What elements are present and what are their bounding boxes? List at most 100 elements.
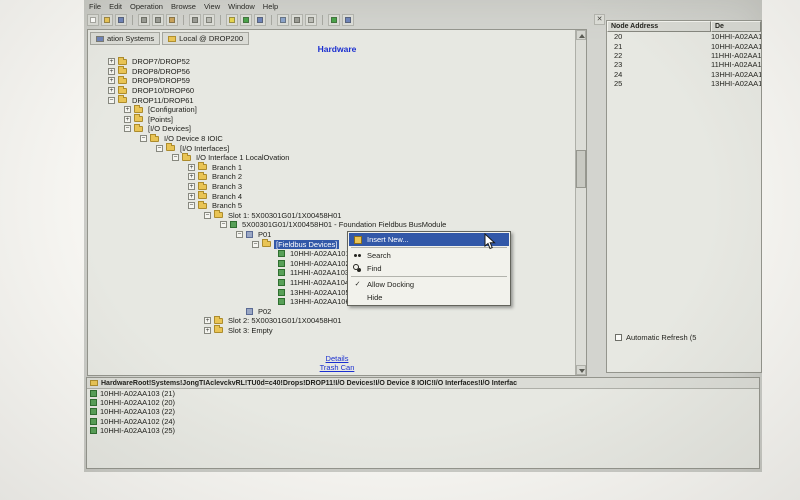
collapse-icon[interactable]: − [236,231,243,238]
expand-icon[interactable]: + [108,58,115,65]
expand-icon[interactable]: + [108,77,115,84]
expand-icon[interactable]: + [124,116,131,123]
tree-node-label[interactable]: [Configuration] [146,105,199,114]
scroll-down-icon[interactable] [576,365,586,375]
commit-icon[interactable] [240,14,252,26]
scrollbar-thumb[interactable] [576,150,586,188]
tree-vertical-scrollbar[interactable] [575,30,586,375]
tree-node-label[interactable]: [Fieldbus Devices] [274,240,339,249]
result-row[interactable]: 10HHI-A02AA103 (25) [87,426,759,435]
collapse-icon[interactable]: − [140,135,147,142]
collapse-icon[interactable]: − [156,145,163,152]
tree-node-label[interactable]: P02 [256,307,273,316]
menu-edit[interactable]: Edit [109,2,122,11]
auto-refresh-checkbox[interactable] [615,334,622,341]
expand-icon[interactable]: + [204,317,211,324]
node-address-row[interactable]: 2110HHI-A02AA102 [607,41,761,50]
result-row[interactable]: 10HHI-A02AA103 (21) [87,389,759,398]
tree-node-label[interactable]: [I/O Devices] [146,124,193,133]
node-address-panel: Node Address De 2010HHI-A02AA1012110HHI-… [606,20,762,373]
context-menu-item-allow-docking[interactable]: ✓Allow Docking [349,278,509,291]
expand-icon[interactable]: + [204,327,211,334]
toolbar-separator [183,15,184,25]
expand-icon[interactable]: + [188,173,195,180]
tree-node-label[interactable]: Branch 4 [210,192,244,201]
result-row[interactable]: 10HHI-A02AA102 (24) [87,417,759,426]
context-menu-item-hide[interactable]: Hide [349,291,509,304]
tree-node-label[interactable]: I/O Device 8 IOIC [162,134,225,143]
search-icon[interactable] [305,14,317,26]
node-address-row[interactable]: 2211HHI-A02AA103 [607,51,761,60]
collapse-icon[interactable]: − [124,125,131,132]
mouse-cursor-icon [484,233,496,250]
trash-can-link[interactable]: Trash Can [88,363,586,372]
node-address-row[interactable]: 2513HHI-A02AA106 [607,79,761,88]
tree-node-label[interactable]: Branch 2 [210,172,244,181]
print-icon[interactable] [189,14,201,26]
tree-node-label[interactable]: DROP9/DROP59 [130,76,192,85]
menu-window[interactable]: Window [228,2,255,11]
open-folder-icon[interactable] [101,14,113,26]
expand-icon[interactable]: + [108,68,115,75]
column-header-device[interactable]: De [711,21,761,32]
tree-node-label[interactable]: DROP7/DROP52 [130,57,192,66]
refresh-icon[interactable] [328,14,340,26]
node-address-row[interactable]: 2413HHI-A02AA105 [607,70,761,79]
tab-local-drop[interactable]: Local @ DROP200 [162,32,249,45]
result-row[interactable]: 10HHI-A02AA102 (20) [87,398,759,407]
menu-help[interactable]: Help [263,2,278,11]
close-icon[interactable]: ✕ [594,14,605,25]
tree-node-label[interactable]: Slot 3: Empty [226,326,275,335]
find-icon [352,264,363,273]
node-address-row[interactable]: 2311HHI-A02AA104 [607,60,761,69]
tree-node-label[interactable]: P01 [256,230,273,239]
collapse-icon[interactable]: − [252,241,259,248]
node-address-row[interactable]: 2010HHI-A02AA101 [607,32,761,41]
tree-node-label[interactable]: Slot 2: 5X00301G01/1X00458H01 [226,316,343,325]
save-icon[interactable] [115,14,127,26]
menu-file[interactable]: File [89,2,101,11]
new-document-icon[interactable] [87,14,99,26]
collapse-icon[interactable]: − [204,212,211,219]
expand-icon[interactable]: + [108,87,115,94]
paste-icon[interactable] [166,14,178,26]
collapse-icon[interactable]: − [172,154,179,161]
collapse-icon[interactable]: − [220,221,227,228]
menu-browse[interactable]: Browse [171,2,196,11]
collapse-icon[interactable]: − [108,97,115,104]
help-icon[interactable] [342,14,354,26]
menu-operation[interactable]: Operation [130,2,163,11]
tree-node-label[interactable]: Branch 5 [210,201,244,210]
context-menu-item-find[interactable]: Find [349,262,509,275]
details-link[interactable]: Details [88,354,586,363]
cut-icon[interactable] [138,14,150,26]
tree-view-icon[interactable] [277,14,289,26]
tree-node-label[interactable]: I/O Interface 1 LocalOvation [194,153,291,162]
tree-node-label[interactable]: Slot 1: 5X00301G01/1X00458H01 [226,211,343,220]
menu-view[interactable]: View [204,2,220,11]
expand-icon[interactable]: + [188,164,195,171]
print-preview-icon[interactable] [203,14,215,26]
tree-node-label[interactable]: DROP10/DROP60 [130,86,196,95]
tree-node: + [Points] [92,115,573,125]
expand-icon[interactable]: + [188,183,195,190]
copy-icon[interactable] [152,14,164,26]
tree-node-label[interactable]: Branch 1 [210,163,244,172]
download-icon[interactable] [254,14,266,26]
tab-ovation-systems[interactable]: ation Systems [90,32,160,45]
tree-node-label[interactable]: [Points] [146,115,175,124]
expand-icon[interactable]: + [124,106,131,113]
filter-icon[interactable] [226,14,238,26]
tree-node-label[interactable]: Branch 3 [210,182,244,191]
column-header-node-address[interactable]: Node Address [607,21,711,32]
tree-node-label[interactable]: [I/O Interfaces] [178,144,231,153]
tree-node-label[interactable]: 5X00301G01/1X00458H01 - Foundation Field… [240,220,448,229]
tree-node-label[interactable]: DROP8/DROP56 [130,67,192,76]
context-menu-item-search[interactable]: Search [349,249,509,262]
expand-icon[interactable]: + [188,193,195,200]
collapse-icon[interactable]: − [188,202,195,209]
scroll-up-icon[interactable] [576,30,586,40]
result-row[interactable]: 10HHI-A02AA103 (22) [87,407,759,416]
tree-node-label[interactable]: DROP11/DROP61 [130,96,196,105]
list-view-icon[interactable] [291,14,303,26]
